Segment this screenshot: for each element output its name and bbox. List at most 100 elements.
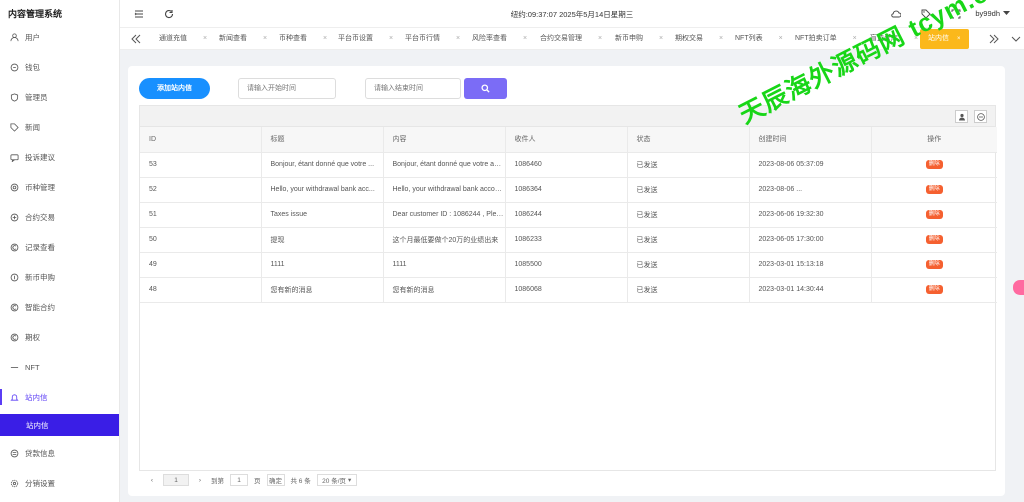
user-icon [10, 32, 19, 42]
page-size-select[interactable]: 20 条/页 ▾ [316, 474, 357, 486]
column-header[interactable]: 收件人 [505, 127, 628, 153]
tab-close-icon[interactable]: × [456, 35, 460, 42]
tab-close-icon[interactable]: × [719, 35, 723, 42]
start-time-input[interactable] [238, 78, 336, 99]
table-cell: 已发送 [627, 152, 750, 178]
delete-button[interactable]: 删除 [925, 185, 943, 194]
tab-7[interactable]: 新币申购 × [615, 28, 663, 50]
column-header[interactable]: 操作 [871, 127, 997, 153]
sidebar-item-7[interactable]: 记录查看 [0, 232, 119, 262]
sidebar-item-10[interactable]: 期权 [0, 322, 119, 352]
sidebar: 内容管理系统 用户 钱包 管理员 新闻 投诉建议 币种管理 合约交易 记录查看 新币申购 智能合约… [0, 0, 120, 502]
action-cell: 删除 [871, 152, 997, 178]
sidebar-item-label: 钱包 [25, 62, 40, 72]
tabs-scroll-left-icon[interactable] [130, 33, 142, 45]
sidebar-item-4[interactable]: 投诉建议 [0, 142, 119, 172]
table-cell: 50 [140, 227, 262, 253]
sidebar-item-0[interactable]: 用户 [0, 22, 119, 52]
tab-1[interactable]: 新闻查看 × [219, 28, 267, 50]
current-page-button[interactable]: 1 [163, 474, 189, 486]
sidebar-item-13[interactable]: 贷款信息 [0, 438, 119, 468]
tab-close-icon[interactable]: × [263, 35, 267, 42]
table-cell: 1086244 [505, 202, 628, 228]
tab-close-icon[interactable]: × [659, 35, 663, 42]
table-cell: Hello, your withdrawal bank acc... [261, 177, 384, 203]
sidebar-item-label: 投诉建议 [25, 152, 55, 162]
sidebar-item-label: 分销设置 [25, 478, 55, 488]
tab-5[interactable]: 风险率查看 × [472, 28, 527, 50]
prev-page-icon[interactable]: ‹ [147, 474, 157, 486]
action-cell: 删除 [871, 202, 997, 228]
column-header[interactable]: 创建时间 [749, 127, 872, 153]
sidebar-item-label: 币种管理 [25, 182, 55, 192]
table-cell: 您有新的消息 [383, 277, 506, 303]
sidebar-item-1[interactable]: 钱包 [0, 52, 119, 82]
column-header[interactable]: 内容 [383, 127, 506, 153]
tab-label: 新闻查看 [219, 35, 247, 42]
add-message-button[interactable]: 添加站内信 [139, 78, 210, 99]
delete-button[interactable]: 删除 [925, 285, 943, 294]
columns-filter-icon[interactable] [955, 110, 968, 123]
tab-close-icon[interactable]: × [523, 35, 527, 42]
next-page-icon[interactable]: › [195, 474, 205, 486]
search-icon [481, 84, 490, 93]
messages-table: ID 标题 内容 收件人 状态 创建时间 操作 53 Bonjour, étant donné… [139, 127, 997, 471]
tab-label: 币种查看 [279, 35, 307, 42]
table-cell: 52 [140, 177, 262, 203]
action-cell: 删除 [871, 177, 997, 203]
table-cell: Bonjour, étant donné que votre ... [261, 152, 384, 178]
delete-button[interactable]: 删除 [925, 160, 943, 169]
sidebar-item-6[interactable]: 合约交易 [0, 202, 119, 232]
search-button[interactable] [464, 78, 507, 99]
smart-contract-icon [10, 303, 19, 312]
sidebar-item-label: 管理员 [25, 92, 48, 102]
sidebar-item-14[interactable]: 分销设置 [0, 468, 119, 498]
bell-icon [10, 393, 19, 402]
goto-confirm-button[interactable]: 确定 [266, 474, 285, 486]
tab-0[interactable]: 通道充值 × [159, 28, 207, 50]
total-count: 共 6 条 [290, 478, 311, 485]
action-cell: 删除 [871, 252, 997, 278]
column-header[interactable]: 状态 [627, 127, 750, 153]
loan-icon [10, 449, 19, 458]
tab-2[interactable]: 币种查看 × [279, 28, 327, 50]
tab-label: 期权交易 [675, 35, 703, 42]
table-cell: 48 [140, 277, 262, 303]
sidebar-item-3[interactable]: 新闻 [0, 112, 119, 142]
floating-helper-badge[interactable] [1013, 280, 1024, 295]
print-icon[interactable] [974, 110, 987, 123]
tab-close-icon[interactable]: × [203, 35, 207, 42]
table-cell: Hello, your withdrawal bank account [383, 177, 506, 203]
delete-button[interactable]: 删除 [925, 210, 943, 219]
tab-9[interactable]: NFT列表 × [735, 28, 783, 50]
sidebar-item-2[interactable]: 管理员 [0, 82, 119, 112]
table-cell: Dear customer ID : 1086244 , Please [383, 202, 506, 228]
delete-button[interactable]: 删除 [925, 260, 943, 269]
sidebar-item-8[interactable]: 新币申购 [0, 262, 119, 292]
tab-close-icon[interactable]: × [389, 35, 393, 42]
table-cell: Bonjour, étant donné que votre adresse [383, 152, 506, 178]
goto-page-input[interactable]: 1 [230, 474, 248, 486]
sidebar-item-12[interactable]: 站内信 [0, 382, 119, 412]
tab-6[interactable]: 合约交易管理 × [540, 28, 602, 50]
tab-close-icon[interactable]: × [598, 35, 602, 42]
sidebar-item-11[interactable]: NFT [0, 352, 119, 382]
sidebar-item-9[interactable]: 智能合约 [0, 292, 119, 322]
tab-3[interactable]: 平台币设置 × [338, 28, 393, 50]
sidebar-item-label: NFT [25, 362, 40, 372]
table-cell: 2023-06-06 19:32:30 [749, 202, 872, 228]
column-header[interactable]: 标题 [261, 127, 384, 153]
tab-4[interactable]: 平台币行情 × [405, 28, 460, 50]
column-header[interactable]: ID [140, 127, 262, 153]
tab-close-icon[interactable]: × [957, 36, 961, 42]
sidebar-subitem-messages[interactable]: 站内信 [0, 414, 119, 436]
tabs-scroll-right-icon[interactable] [988, 33, 1000, 45]
tab-close-icon[interactable]: × [779, 35, 783, 42]
delete-button[interactable]: 删除 [925, 235, 943, 244]
end-time-input[interactable] [365, 78, 461, 99]
tabs-dropdown-icon[interactable] [1010, 33, 1022, 45]
tab-close-icon[interactable]: × [323, 35, 327, 42]
tab-8[interactable]: 期权交易 × [675, 28, 723, 50]
sidebar-item-5[interactable]: 币种管理 [0, 172, 119, 202]
table-cell: 1085500 [505, 252, 628, 278]
